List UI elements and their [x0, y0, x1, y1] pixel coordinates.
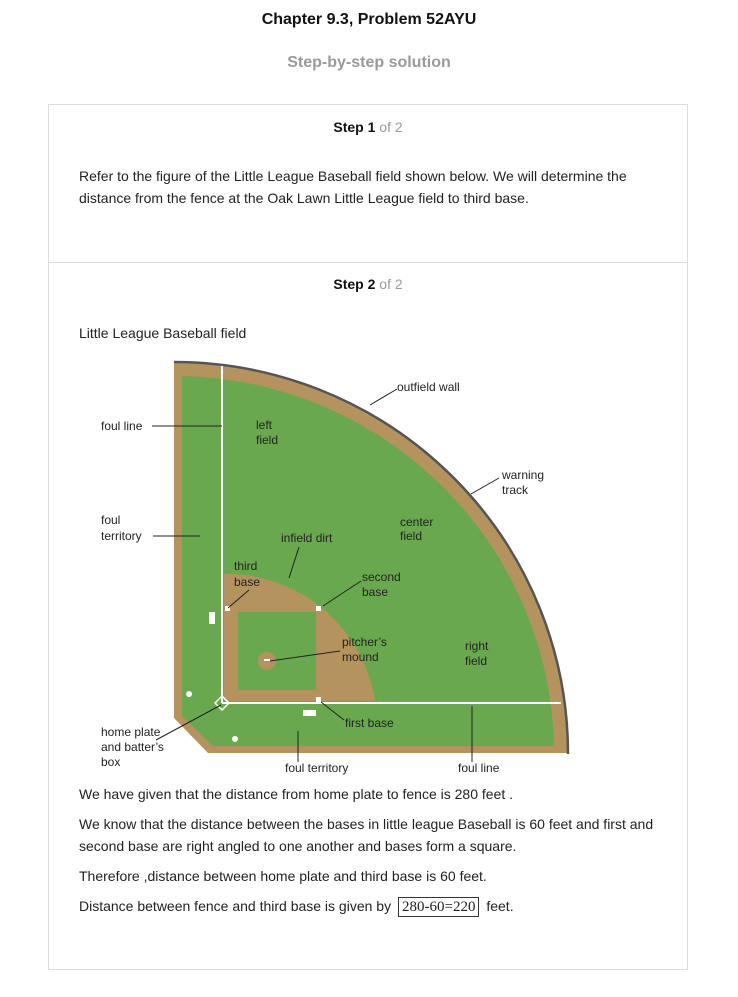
label-second-base-2: base: [362, 585, 388, 599]
label-right-field-2: field: [465, 654, 487, 668]
label-foul-line-bottom: foul line: [458, 761, 500, 775]
label-foul-territory-2: territory: [101, 529, 142, 543]
label-home-plate-1: home plate: [101, 725, 161, 739]
step-1-label: Step 1: [333, 119, 376, 135]
answer-box: 280-60=220: [397, 897, 480, 918]
label-foul-line-left: foul line: [101, 419, 143, 433]
page-title: Chapter 9.3, Problem 52AYU: [261, 11, 477, 28]
final-answer-prefix: Distance between fence and third base is…: [79, 898, 392, 914]
step-1-text: Refer to the figure of the Little League…: [79, 168, 627, 206]
label-home-plate-3: box: [101, 755, 120, 769]
dugout-left: [209, 612, 215, 624]
label-first-base: first base: [345, 716, 394, 730]
label-left-field-1: left: [256, 418, 273, 432]
first-base-marker: [316, 697, 321, 702]
second-base-marker: [316, 606, 321, 611]
label-third-base-2: base: [234, 575, 260, 589]
given-text: We have given that the distance from hom…: [79, 786, 513, 802]
label-third-base-1: third: [234, 559, 257, 573]
label-warning-track-1: warning: [501, 468, 544, 482]
step-divider: [49, 262, 687, 263]
step-1-count: of 2: [379, 119, 403, 135]
page-subtitle: Step-by-step solution: [287, 54, 451, 71]
final-answer-line: Distance between fence and third base is…: [79, 895, 659, 918]
home-third-text: Therefore ,distance between home plate a…: [79, 868, 487, 884]
label-center-field-1: center: [400, 515, 433, 529]
label-right-field-1: right: [465, 639, 489, 653]
label-foul-territory-1: foul: [101, 513, 120, 527]
label-warning-track-2: track: [502, 483, 529, 497]
label-center-field-2: field: [400, 529, 422, 543]
label-infield-dirt: infield dirt: [281, 531, 333, 545]
step-2-label: Step 2: [333, 276, 376, 292]
label-pitchers-mound-2: mound: [342, 650, 379, 664]
label-home-plate-2: and batter’s: [101, 740, 164, 754]
infield-grass: [238, 612, 316, 690]
label-outfield-wall: outfield wall: [397, 380, 460, 394]
dugout-right: [303, 710, 316, 716]
label-second-base-1: second: [362, 570, 401, 584]
bases-text: We know that the distance between the ba…: [79, 816, 654, 854]
label-left-field-2: field: [256, 433, 278, 447]
final-answer-suffix: feet.: [486, 898, 514, 914]
step-2-header: Step 2 of 2: [49, 276, 687, 292]
label-pitchers-mound-1: pitcher’s: [342, 635, 387, 649]
step-2-count: of 2: [379, 276, 403, 292]
step-1-header: Step 1 of 2: [49, 119, 687, 135]
label-foul-territory-bottom: foul territory: [285, 761, 348, 775]
figure-title: Little League Baseball field: [79, 325, 247, 341]
baseball-field-diagram: outfield wall foul line left field warni…: [101, 360, 570, 775]
